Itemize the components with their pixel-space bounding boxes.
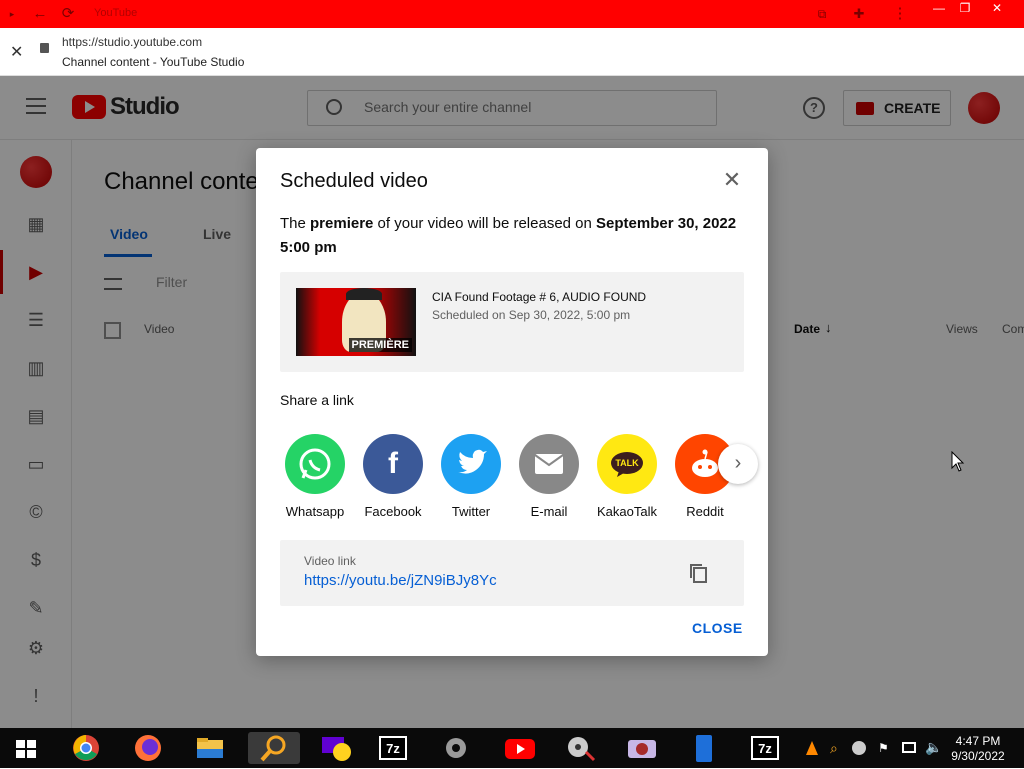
youtube-app-icon[interactable] — [500, 732, 540, 764]
video-link-url[interactable]: https://youtu.be/jZN9iBJy8Yc — [304, 572, 497, 589]
clock-time: 4:47 PM — [955, 734, 1001, 748]
media-app-icon[interactable] — [622, 732, 662, 764]
extensions-icon[interactable]: ✚ — [849, 4, 869, 24]
minus-tray-icon[interactable] — [852, 741, 866, 755]
share-name-email: E-mail — [530, 504, 568, 519]
video-link-label: Video link — [304, 554, 356, 568]
7zip-icon[interactable]: 7z — [372, 732, 412, 764]
search-app-icon[interactable] — [248, 732, 300, 764]
translate-icon[interactable]: ⧉ — [812, 4, 832, 24]
window-close-button[interactable]: ✕ — [982, 0, 1012, 18]
svg-text:7z: 7z — [386, 741, 400, 756]
search-tray-icon[interactable]: ⌕ — [830, 740, 838, 757]
desc-premiere: premiere — [310, 215, 374, 232]
share-name-facebook: Facebook — [364, 504, 422, 519]
video-link-box: Video link https://youtu.be/jZN9iBJy8Yc — [280, 540, 744, 606]
svg-text:7z: 7z — [758, 741, 772, 756]
share-email[interactable]: E-mail — [510, 434, 588, 519]
dialog-close-icon[interactable]: ✕ — [720, 168, 744, 192]
app-menu-icon[interactable]: ▸ — [2, 4, 22, 24]
clock-date: 9/30/2022 — [951, 749, 1005, 763]
twitter-icon — [441, 434, 501, 494]
share-kakaotalk[interactable]: TALK KakaoTalk — [588, 434, 666, 519]
restore-button[interactable]: ❐ — [950, 0, 980, 18]
thumbnail-hat — [346, 288, 382, 300]
copy-icon[interactable] — [688, 562, 710, 584]
clock[interactable]: 4:47 PM 9/30/2022 — [948, 734, 1008, 764]
facebook-icon: f — [363, 434, 423, 494]
scheduled-video-dialog: Scheduled video ✕ The premiere of your v… — [256, 148, 768, 656]
chrome-icon[interactable] — [66, 732, 106, 764]
video-schedule: Scheduled on Sep 30, 2022, 5:00 pm — [432, 308, 631, 322]
share-label: Share a link — [280, 392, 354, 408]
yahoo-messenger-icon[interactable] — [316, 732, 356, 764]
mouse-cursor-icon — [951, 451, 965, 472]
lock-icon — [40, 43, 49, 53]
video-title: CIA Found Footage # 6, AUDIO FOUND — [432, 290, 647, 304]
whatsapp-icon — [285, 434, 345, 494]
share-twitter[interactable]: Twitter — [432, 434, 510, 519]
share-name-whatsapp: Whatsapp — [285, 504, 345, 519]
dialog-description: The premiere of your video will be relea… — [280, 212, 740, 260]
windows-start-icon[interactable] — [16, 740, 36, 758]
settings-gear-app-icon[interactable] — [436, 732, 476, 764]
windows-taskbar: 7z 7z ⌕ ⚑ 🔈 4:47 PM 9/30/2022 — [0, 728, 1024, 768]
svg-text:TALK: TALK — [615, 458, 639, 468]
flag-tray-icon[interactable]: ⚑ — [878, 741, 889, 755]
share-next-chevron-icon[interactable]: › — [718, 444, 758, 484]
address-bar: ✕ https://studio.youtube.com Channel con… — [0, 28, 1024, 76]
dialog-title: Scheduled video — [280, 170, 428, 192]
page-title-text: Channel content - YouTube Studio — [62, 55, 245, 69]
close-page-icon[interactable]: ✕ — [10, 42, 23, 62]
video-thumbnail[interactable]: PREMIÈRE — [296, 288, 416, 356]
network-tray-icon[interactable] — [902, 742, 916, 753]
file-explorer-icon[interactable] — [190, 732, 230, 764]
7zip-icon-2[interactable]: 7z — [744, 732, 784, 764]
kakaotalk-icon: TALK — [597, 434, 657, 494]
firefox-icon[interactable] — [128, 732, 168, 764]
browser-title-bar: ▸ ← ⟳ YouTube ⧉ ✚ ⋮ — ❐ ✕ — [0, 0, 1024, 28]
vlc-tray-icon[interactable] — [806, 741, 818, 755]
premiere-badge: PREMIÈRE — [348, 338, 412, 352]
share-name-reddit: Reddit — [686, 504, 724, 519]
share-name-twitter: Twitter — [451, 504, 491, 519]
phone-app-icon[interactable] — [684, 732, 724, 764]
share-facebook[interactable]: f Facebook — [354, 434, 432, 519]
email-icon — [519, 434, 579, 494]
video-editor-icon[interactable] — [560, 732, 600, 764]
volume-tray-icon[interactable]: 🔈 — [925, 739, 942, 756]
video-card: PREMIÈRE CIA Found Footage # 6, AUDIO FO… — [280, 272, 744, 372]
tab-title[interactable]: YouTube — [94, 7, 137, 19]
desc-mid: of your video will be released on — [373, 215, 597, 232]
share-name-kakaotalk: KakaoTalk — [597, 504, 657, 519]
close-button[interactable]: CLOSE — [692, 620, 743, 636]
url-text[interactable]: https://studio.youtube.com — [62, 35, 202, 49]
reload-icon[interactable]: ⟳ — [58, 4, 78, 24]
share-whatsapp[interactable]: Whatsapp — [276, 434, 354, 519]
desc-prefix: The — [280, 215, 311, 232]
back-icon[interactable]: ← — [30, 4, 50, 24]
menu-dots-icon[interactable]: ⋮ — [890, 4, 910, 24]
